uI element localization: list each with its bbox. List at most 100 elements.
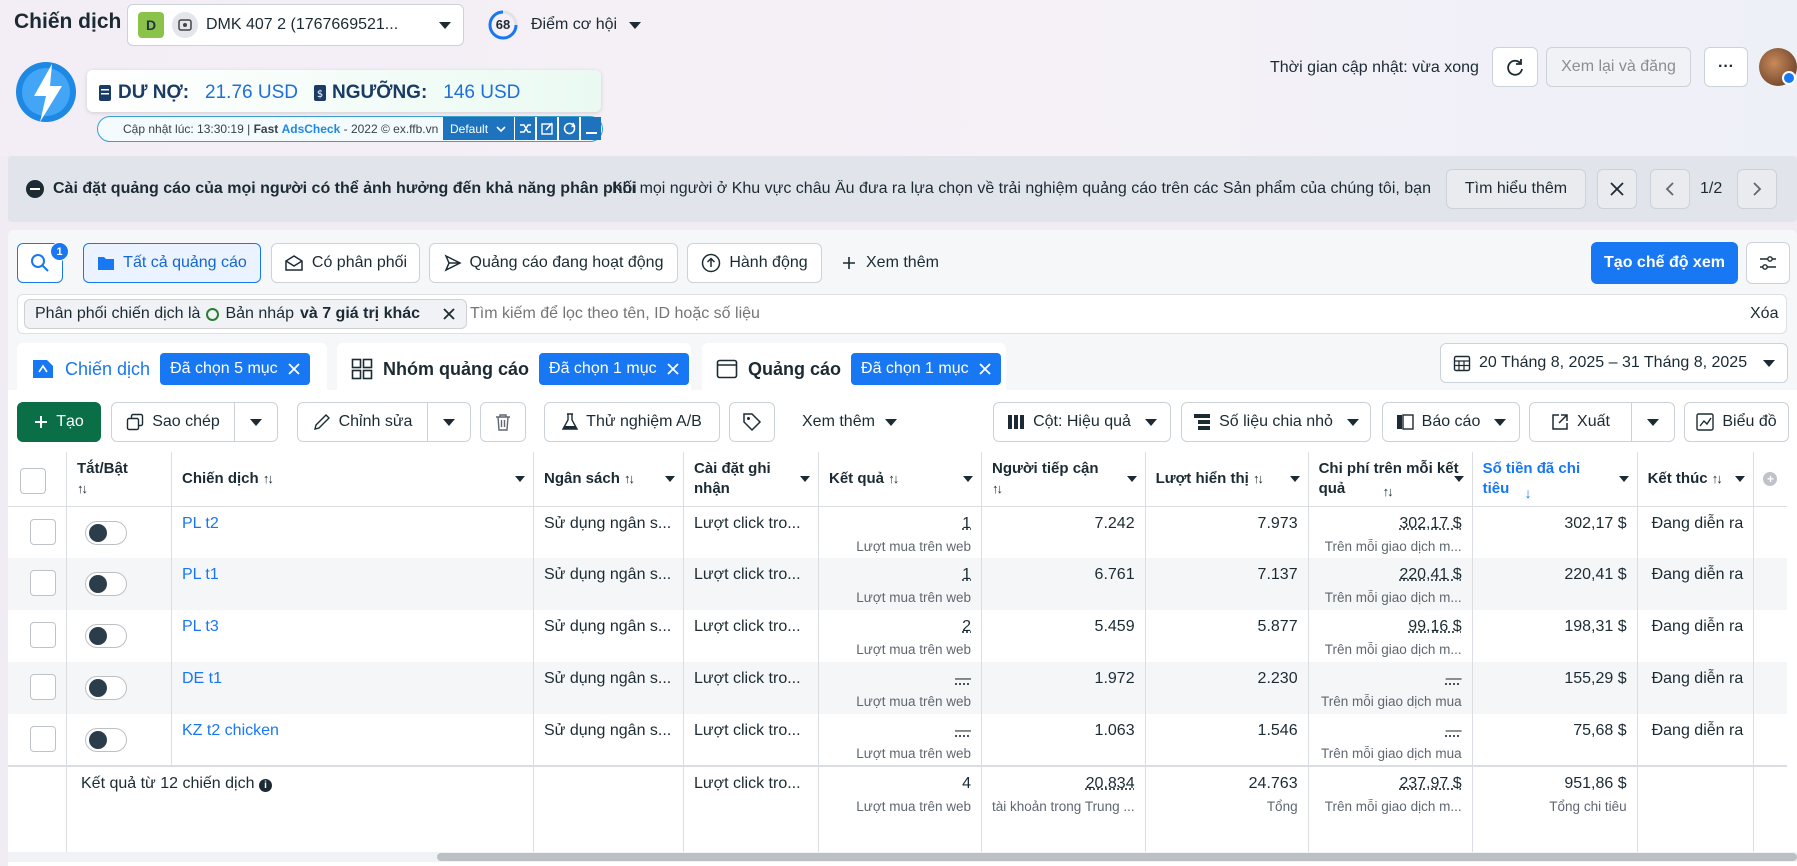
- campaign-name-cell: PL t1: [171, 558, 534, 610]
- campaign-name-link[interactable]: DE t1: [182, 670, 222, 687]
- info-icon[interactable]: i: [258, 779, 272, 792]
- close-icon[interactable]: [978, 363, 991, 375]
- filter-active-ads[interactable]: Quảng cáo đang hoạt động: [429, 243, 678, 283]
- col-cost-per-result[interactable]: Chi phí trên mỗi kết quả ↑↓: [1308, 452, 1473, 507]
- table-row[interactable]: KZ t2 chicken Sử dụng ngân s... Lượt click…: [8, 714, 1787, 766]
- col-campaign[interactable]: Chiến dịch ↑↓: [171, 452, 534, 507]
- campaign-name-link[interactable]: PL t1: [182, 566, 219, 583]
- tag-button[interactable]: [729, 402, 775, 442]
- chevron-down-icon[interactable]: [1126, 476, 1137, 482]
- create-button[interactable]: Tạo: [17, 402, 101, 442]
- delivery-toggle[interactable]: [85, 728, 127, 752]
- chevron-down-icon[interactable]: [1453, 476, 1464, 482]
- table-row[interactable]: DE t1 Sử dụng ngân s... Lượt click tro... —…: [8, 662, 1787, 714]
- campaign-name-link[interactable]: PL t2: [182, 515, 219, 532]
- see-more-filters[interactable]: Xem thêm: [842, 243, 939, 283]
- columns-button[interactable]: Cột: Hiệu quả: [993, 402, 1171, 442]
- row-checkbox[interactable]: [30, 622, 56, 648]
- select-all-checkbox[interactable]: [20, 467, 46, 494]
- more-options-button[interactable]: ···: [1704, 47, 1748, 87]
- opportunity-score-gauge[interactable]: 68: [487, 9, 519, 41]
- adscheck-mode-select[interactable]: Default: [443, 117, 514, 140]
- opportunity-label[interactable]: Điểm cơ hội: [531, 16, 617, 34]
- filter-actions[interactable]: Hành động: [687, 243, 822, 283]
- copy-dropdown[interactable]: [234, 402, 278, 442]
- sync-icon[interactable]: [558, 117, 579, 140]
- close-notice-button[interactable]: [1597, 169, 1637, 209]
- see-more-actions[interactable]: Xem thêm: [802, 402, 897, 442]
- chevron-down-icon[interactable]: [963, 476, 973, 482]
- mail-icon: [285, 255, 303, 271]
- delivery-toggle[interactable]: [85, 624, 127, 648]
- campaign-name-link[interactable]: KZ t2 chicken: [182, 722, 279, 739]
- row-checkbox[interactable]: [30, 726, 56, 752]
- col-budget[interactable]: Ngân sách ↑↓: [533, 452, 684, 507]
- close-icon[interactable]: [666, 363, 679, 375]
- page-title: Chiến dịch: [14, 10, 122, 33]
- breakdown-button[interactable]: Số liệu chia nhỏ: [1181, 402, 1371, 442]
- create-view-button[interactable]: Tạo chế độ xem: [1591, 242, 1738, 284]
- export-dropdown[interactable]: [1631, 402, 1675, 442]
- delivery-toggle[interactable]: [85, 676, 127, 700]
- col-impressions[interactable]: Lượt hiển thị ↑↓: [1145, 452, 1309, 507]
- shuffle-icon[interactable]: [514, 117, 535, 140]
- add-column-cell[interactable]: +: [1753, 452, 1787, 507]
- reports-button[interactable]: Báo cáo: [1382, 402, 1520, 442]
- chevron-down-icon[interactable]: [665, 476, 675, 482]
- edit-dropdown[interactable]: [427, 402, 471, 442]
- charts-button[interactable]: Biểu đồ: [1684, 402, 1789, 442]
- delete-button[interactable]: [480, 402, 526, 442]
- chevron-down-icon[interactable]: [800, 476, 810, 482]
- chevron-down-icon[interactable]: [1289, 476, 1300, 482]
- clear-filters-link[interactable]: Xóa: [1750, 305, 1778, 323]
- close-icon[interactable]: [288, 363, 300, 375]
- minimize-icon[interactable]: [580, 117, 601, 140]
- delivery-toggle[interactable]: [85, 572, 127, 596]
- col-results[interactable]: Kết quả ↑↓: [818, 452, 982, 507]
- horizontal-scrollbar-thumb[interactable]: [437, 853, 1797, 861]
- chevron-down-icon[interactable]: [515, 476, 525, 482]
- col-reach[interactable]: Người tiếp cận ↑↓: [981, 452, 1146, 507]
- filter-chip[interactable]: Phân phối chiến dịch là Bản nháp và 7 gi…: [24, 299, 468, 329]
- debt-value: 21.76 USD: [205, 82, 298, 103]
- chevron-down-icon[interactable]: [629, 22, 641, 29]
- next-notice-button[interactable]: [1737, 169, 1777, 209]
- row-checkbox[interactable]: [30, 570, 56, 596]
- col-attribution[interactable]: Cài đặt ghi nhận: [683, 452, 819, 507]
- prev-notice-button[interactable]: [1650, 169, 1690, 209]
- table-row[interactable]: PL t3 Sử dụng ngân s... Lượt click tro... 2…: [8, 610, 1787, 662]
- col-ends[interactable]: Kết thúc ↑↓: [1637, 452, 1755, 507]
- table-row[interactable]: PL t1 Sử dụng ngân s... Lượt click tro... 1…: [8, 558, 1787, 610]
- date-range-picker[interactable]: 20 Tháng 8, 2025 – 31 Tháng 8, 2025: [1440, 343, 1788, 383]
- review-publish-button[interactable]: Xem lại và đăng: [1546, 47, 1691, 87]
- learn-more-button[interactable]: Tìm hiểu thêm: [1446, 169, 1586, 209]
- col-toggle[interactable]: Tắt/Bật ↑↓: [66, 452, 172, 507]
- ab-test-button[interactable]: Thử nghiệm A/B: [544, 402, 720, 442]
- chevron-down-icon[interactable]: [1735, 476, 1746, 482]
- copy-button[interactable]: Sao chép: [111, 402, 235, 442]
- delivery-toggle[interactable]: [85, 520, 127, 545]
- debt-label: DƯ NỢ:: [118, 82, 190, 103]
- edit-icon[interactable]: [536, 117, 557, 140]
- close-icon[interactable]: [442, 307, 456, 321]
- chevron-down-icon[interactable]: [1618, 476, 1629, 482]
- sliders-icon: [1760, 256, 1776, 270]
- row-checkbox[interactable]: [30, 518, 56, 545]
- edit-button[interactable]: Chỉnh sửa: [297, 402, 428, 442]
- add-column-icon[interactable]: +: [1763, 471, 1778, 486]
- filter-delivering[interactable]: Có phân phối: [271, 243, 420, 283]
- filter-search-input[interactable]: [470, 300, 1710, 328]
- grid-icon: [351, 358, 373, 380]
- row-checkbox[interactable]: [30, 674, 56, 700]
- table-row[interactable]: PL t2 Sử dụng ngân s... Lượt click tro... 1…: [8, 506, 1787, 558]
- refresh-button[interactable]: [1492, 47, 1538, 87]
- campaign-name-link[interactable]: PL t3: [182, 618, 219, 635]
- account-selector[interactable]: D DMK 407 2 (1767669521...: [127, 4, 464, 46]
- tab-campaigns[interactable]: Chiến dịch Đã chọn 5 mục: [17, 343, 327, 395]
- filter-all-ads[interactable]: Tất cả quảng cáo: [83, 243, 261, 283]
- tab-ad-sets[interactable]: Nhóm quảng cáo Đã chọn 1 mục: [337, 343, 691, 395]
- col-amount-spent[interactable]: Số tiền đã chi tiêu ↓: [1472, 452, 1638, 507]
- view-settings-button[interactable]: [1746, 242, 1790, 284]
- tab-ads[interactable]: Quảng cáo Đã chọn 1 mục: [702, 343, 1006, 395]
- export-button[interactable]: Xuất: [1529, 402, 1632, 442]
